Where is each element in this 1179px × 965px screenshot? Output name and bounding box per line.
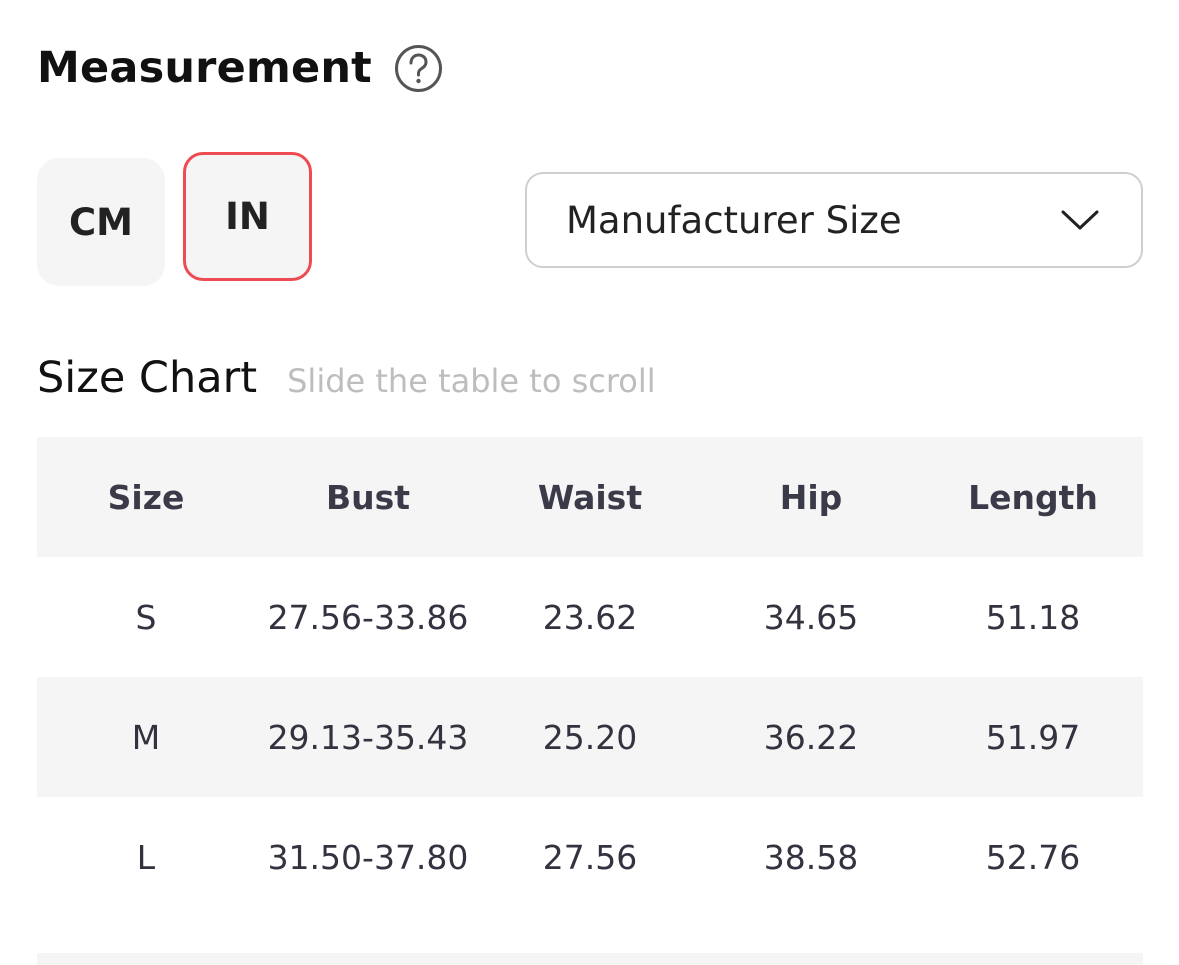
cell-hip: 38.58	[763, 837, 859, 877]
column-header-waist: Waist	[537, 477, 643, 517]
size-chart-header: Size Chart Slide the table to scroll	[37, 348, 656, 408]
cell-hip: 34.65	[763, 597, 859, 637]
size-chart-table[interactable]: Size Bust Waist Hip Length S 27.56-33.86…	[37, 437, 1143, 965]
column-header-size: Size	[107, 477, 185, 517]
table-row: S 27.56-33.86 23.62 34.65 51.18	[37, 557, 1143, 677]
cell-bust: 31.50-37.80	[267, 837, 469, 877]
column-header-hip: Hip	[779, 477, 843, 517]
unit-cm-button[interactable]: CM	[37, 158, 165, 286]
cell-waist: 23.62	[542, 597, 638, 637]
cell-length: 52.76	[985, 837, 1081, 877]
cell-size: L	[136, 837, 156, 877]
cell-length: 51.18	[985, 597, 1081, 637]
column-header-bust: Bust	[325, 477, 411, 517]
table-row: L 31.50-37.80 27.56 38.58 52.76	[37, 797, 1143, 917]
cell-hip: 36.22	[763, 717, 859, 757]
column-header-length: Length	[968, 477, 1098, 517]
measurement-header: Measurement	[37, 40, 443, 96]
size-type-dropdown[interactable]: Manufacturer Size	[525, 172, 1143, 268]
cell-length: 51.97	[985, 717, 1081, 757]
cell-size: S	[135, 597, 157, 637]
size-type-selected-value: Manufacturer Size	[566, 198, 902, 242]
unit-in-button[interactable]: IN	[183, 152, 312, 281]
table-row: M 29.13-35.43 25.20 36.22 51.97	[37, 677, 1143, 797]
question-circle-icon[interactable]	[394, 44, 443, 93]
cell-bust: 27.56-33.86	[267, 597, 469, 637]
cell-bust: 29.13-35.43	[267, 717, 469, 757]
scroll-hint: Slide the table to scroll	[287, 362, 656, 400]
size-guide-panel: Measurement CM IN Manufacturer Size Size…	[0, 0, 1179, 965]
measurement-title: Measurement	[37, 43, 372, 93]
table-row-cut-off	[37, 953, 1143, 965]
chevron-down-icon	[1061, 210, 1099, 230]
size-chart-title: Size Chart	[37, 353, 258, 403]
cell-waist: 25.20	[542, 717, 638, 757]
cell-waist: 27.56	[542, 837, 638, 877]
cell-size: M	[131, 717, 161, 757]
table-header-row: Size Bust Waist Hip Length	[37, 437, 1143, 557]
